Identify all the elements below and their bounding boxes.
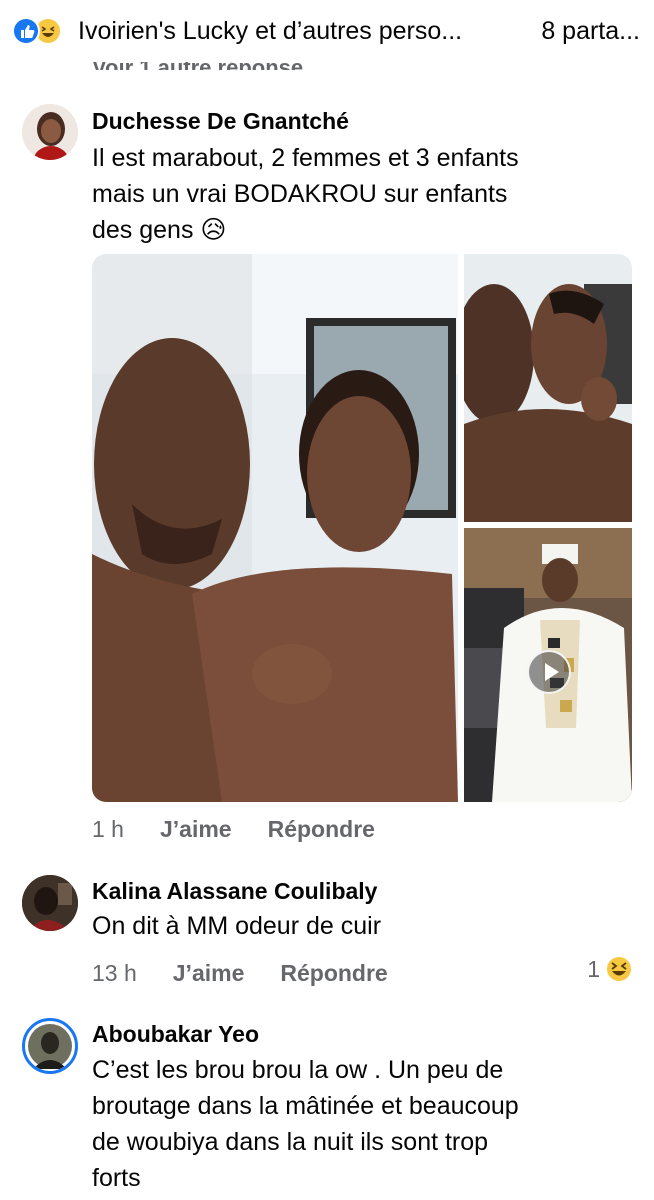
reaction-summary[interactable] xyxy=(12,11,78,51)
reaction-count: 1 xyxy=(587,955,600,982)
like-icon xyxy=(12,17,40,45)
comment-author[interactable]: Kalina Alassane Coulibaly xyxy=(92,878,377,905)
avatar[interactable] xyxy=(22,875,78,931)
like-button[interactable]: J’aime xyxy=(173,960,245,987)
post-title[interactable]: Ivoirien's Lucky et d’autres perso... xyxy=(78,17,462,46)
comment-text: C’est les brou brou la ow . Un peu de br… xyxy=(92,1056,519,1192)
like-button[interactable]: J’aime xyxy=(160,816,232,843)
photo-top-right[interactable] xyxy=(464,254,632,522)
comment-actions: 1 h J’aime Répondre xyxy=(92,816,411,843)
comment-actions: 13 h J’aime Répondre xyxy=(92,960,424,987)
reply-button[interactable]: Répondre xyxy=(268,816,375,843)
comment-time: 13 h xyxy=(92,960,137,986)
photo-main[interactable] xyxy=(92,254,458,802)
comment-time: 1 h xyxy=(92,816,124,842)
avatar[interactable] xyxy=(22,104,78,160)
reply-button[interactable]: Répondre xyxy=(280,960,387,987)
comment-text: Il est marabout, 2 femmes et 3 enfants m… xyxy=(92,144,519,244)
comment-author[interactable]: Duchesse De Gnantché xyxy=(92,108,349,135)
comment-reaction-count[interactable]: 1 xyxy=(587,954,634,984)
play-video-icon[interactable] xyxy=(527,650,571,694)
haha-icon xyxy=(605,955,633,983)
comment-author[interactable]: Aboubakar Yeo xyxy=(92,1021,259,1048)
post-header: Ivoirien's Lucky et d’autres perso... 8 … xyxy=(0,0,654,62)
avatar[interactable] xyxy=(22,1018,78,1074)
share-count[interactable]: 8 parta... xyxy=(541,17,640,46)
comment-text: On dit à MM odeur de cuir xyxy=(92,912,382,940)
comment-photo-grid[interactable] xyxy=(92,254,632,802)
